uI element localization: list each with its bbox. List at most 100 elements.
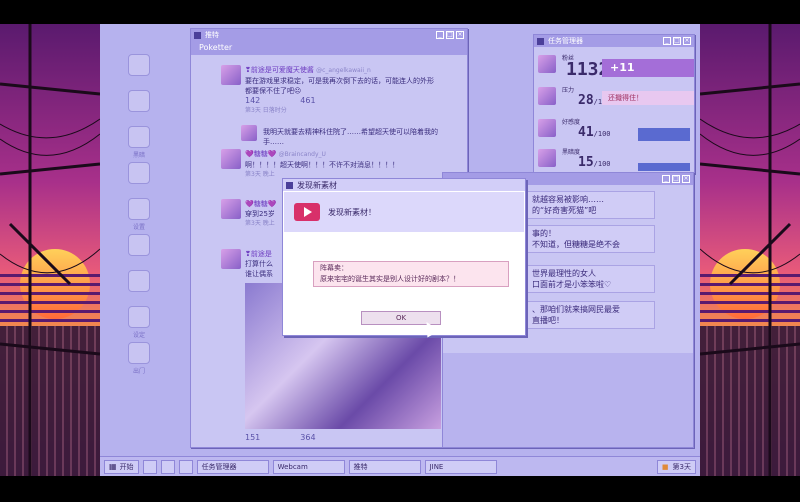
close-icon[interactable]: × xyxy=(682,175,690,183)
retweet-count[interactable]: 142 xyxy=(245,96,260,105)
tweet-stats: 142 461 xyxy=(245,96,451,106)
tweet-text: 要在游戏里求稳定，可是我再次倒下去的话，可能连人的外形 xyxy=(245,77,434,85)
dialog-title: 发现新素材 xyxy=(297,180,337,190)
left-sunset-art xyxy=(0,24,100,476)
task-manager-titlebar[interactable]: 任务管理器 _ □ × xyxy=(534,35,694,47)
tweet-time: 第3天 日落时分 xyxy=(245,107,287,114)
right-sunset-art xyxy=(700,24,800,476)
close-icon[interactable]: × xyxy=(683,37,691,45)
taskbar-item-webcam[interactable]: Webcam xyxy=(272,459,345,474)
play-icon xyxy=(294,203,320,221)
stat-icon xyxy=(538,55,556,73)
start-button[interactable]: ▦ 开始 xyxy=(104,459,139,474)
avatar xyxy=(221,149,241,169)
desktop-icon-label: 出门 xyxy=(132,368,145,375)
stat-max: /100 xyxy=(593,130,611,138)
stat-graph xyxy=(638,153,690,171)
chat-bubble: 世界最理性的女人 口面前才是小笨笨啦♡ xyxy=(527,265,655,293)
game-screen: 黑暗 设置 设定 出门 推特 _ □ × Poketter ❣前途是可爱魔天使酱… xyxy=(0,0,800,502)
app-icon xyxy=(286,181,293,189)
taskbar-item-label: Webcam xyxy=(277,462,308,471)
chat-text: 事的！ xyxy=(532,229,556,238)
desktop-icon[interactable] xyxy=(128,162,150,184)
desktop-icon-label: 设定 xyxy=(132,332,145,339)
window-title: 推特 xyxy=(205,31,219,39)
gain-popup: +11 xyxy=(602,59,694,77)
stat-icon xyxy=(538,87,556,105)
task-manager-window: 任务管理器 _ □ × 粉丝 1132 压力 28/100 好感度 41/100… xyxy=(533,34,695,174)
desktop-icon-label: 设置 xyxy=(132,224,145,231)
stat-value: 28 xyxy=(578,93,594,108)
sun-icon: ■ xyxy=(661,462,669,471)
day-indicator: ■ 第3天 xyxy=(656,459,696,474)
like-count[interactable]: 364 xyxy=(300,433,315,442)
tweet-author: ❣前途是可爱魔天使酱 xyxy=(245,66,314,74)
maximize-icon[interactable]: □ xyxy=(446,31,454,39)
taskbar-item-task-manager[interactable]: 任务管理器 xyxy=(196,459,269,474)
tweet-stats: 151 364 xyxy=(245,433,356,442)
minimize-icon[interactable]: _ xyxy=(663,37,671,45)
stat-value: 41 xyxy=(578,125,594,140)
dialog-speaker: 阵幕卖： xyxy=(320,264,348,272)
dialog-heading: 发现新素材！ xyxy=(328,207,376,217)
taskbar-item-jine[interactable]: JINE xyxy=(424,459,497,474)
tweet[interactable]: ❣前途是可爱魔天使酱 @c_angelkawaii_n 要在游戏里求稳定，可是我… xyxy=(221,65,451,123)
tweet-handle: @c_angelkawaii_n xyxy=(316,67,371,74)
chat-bubble: 事的！ 不知道，但糖糖是绝不会 xyxy=(527,225,655,253)
poketter-titlebar[interactable]: 推特 _ □ × xyxy=(191,29,467,41)
window-title: 任务管理器 xyxy=(548,37,583,45)
desktop-icon[interactable] xyxy=(128,54,150,76)
discovery-dialog: 发现新素材 发现新素材！ 阵幕卖： 原来宅宅的诞生其实是别人设计好的剧本？！ O… xyxy=(282,178,526,336)
taskbar: ▦ 开始 任务管理器 Webcam 推特 JINE ■ 第3天 xyxy=(100,456,700,476)
close-icon[interactable]: × xyxy=(456,31,464,39)
minimize-icon[interactable]: _ xyxy=(436,31,444,39)
desktop-icon[interactable] xyxy=(128,234,150,256)
tweet-handle: @Braincandy_U xyxy=(278,151,326,158)
desktop-icon[interactable] xyxy=(128,270,150,292)
dialog-titlebar[interactable]: 发现新素材 xyxy=(283,179,525,191)
desktop-icon[interactable] xyxy=(128,126,150,148)
stat-max: /100 xyxy=(593,160,611,168)
quick-launch-twitter[interactable] xyxy=(142,459,157,474)
stat-row: 好感度 41/100 xyxy=(538,117,692,143)
taskbar-item-poketter[interactable]: 推特 xyxy=(348,459,421,474)
taskbar-item-label: JINE xyxy=(429,462,444,471)
tweet-text: 都要保不住了吧☹ xyxy=(245,87,302,95)
dialog-header: 发现新素材！ xyxy=(284,192,524,232)
chat-background xyxy=(443,353,693,447)
desktop-icon[interactable] xyxy=(128,90,150,112)
chat-bubble: 就越容易被影响…… 的“好奇害死猫”吧 xyxy=(527,191,655,219)
avatar xyxy=(221,65,241,85)
maximize-icon[interactable]: □ xyxy=(672,175,680,183)
app-icon xyxy=(194,31,201,39)
note-text: 还擑得住！ xyxy=(608,94,643,102)
chat-bubble: 、那咱们就来搞网民最爱 直播吧！ xyxy=(527,301,655,329)
stat-graph xyxy=(638,119,690,141)
stat-value: 15 xyxy=(578,155,594,170)
maximize-icon[interactable]: □ xyxy=(673,37,681,45)
poketter-header: Poketter xyxy=(191,41,467,55)
gain-text: +11 xyxy=(610,61,635,74)
app-icon xyxy=(537,37,544,45)
desktop-icon[interactable] xyxy=(128,306,150,328)
chat-text: 直播吧！ xyxy=(532,316,564,325)
desktop-icon[interactable] xyxy=(128,342,150,364)
tweet[interactable]: 我明天就要去精神科住院了……希望超天使可以陪着我的手…… xyxy=(221,123,451,147)
dialog-message: 原来宅宅的诞生其实是别人设计好的剧本？！ xyxy=(320,275,460,283)
retweet-count[interactable]: 151 xyxy=(245,433,260,442)
desktop-icon[interactable] xyxy=(128,198,150,220)
taskbar-item-label: 推特 xyxy=(353,462,368,471)
chat-text: 、那咱们就来搞网民最爱 xyxy=(532,305,620,314)
tweet-author: 💜糖糖💜 xyxy=(245,150,277,158)
start-label: 开始 xyxy=(119,462,134,471)
quick-launch-webcam[interactable] xyxy=(178,459,193,474)
chat-text: 世界最理性的女人 xyxy=(532,269,596,278)
like-count[interactable]: 461 xyxy=(300,96,315,105)
avatar xyxy=(221,199,241,219)
avatar xyxy=(221,249,241,269)
day-label: 第3天 xyxy=(672,462,691,471)
quick-launch-chat[interactable] xyxy=(160,459,175,474)
note-popup: 还擑得住！ xyxy=(602,91,694,105)
avatar xyxy=(241,125,257,141)
minimize-icon[interactable]: _ xyxy=(662,175,670,183)
